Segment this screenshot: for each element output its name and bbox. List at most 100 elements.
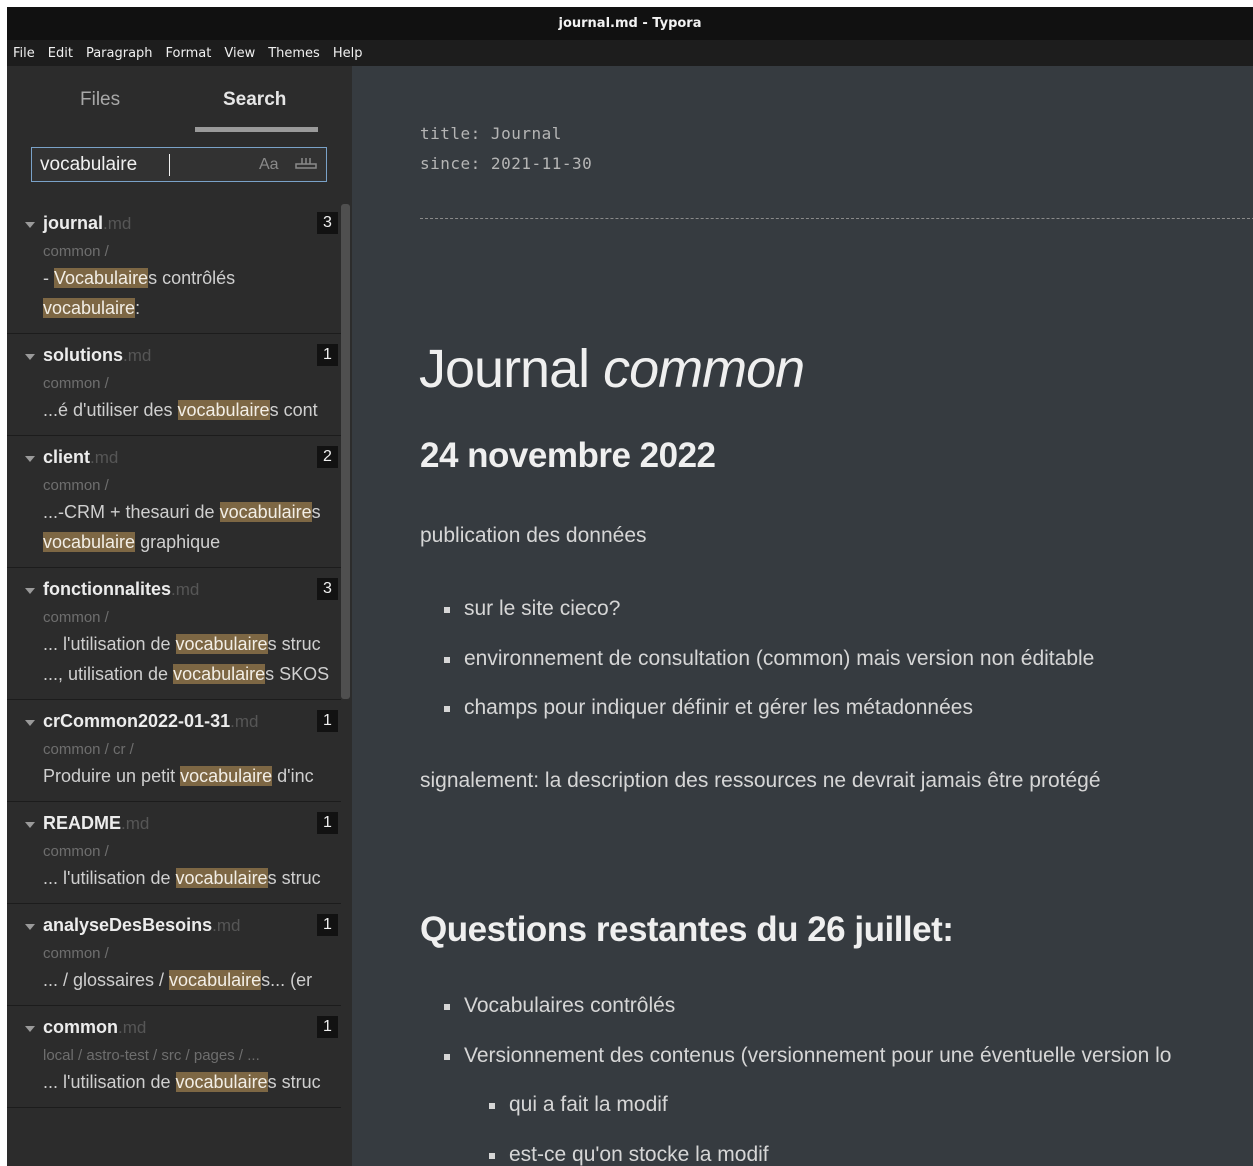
result-name: common (43, 1017, 119, 1037)
document-title-plain: Journal (419, 339, 604, 399)
search-result-item[interactable]: common.md 1 local / astro-test / src / pag… (7, 1006, 341, 1108)
snippet-text: s contrôlés (148, 268, 236, 288)
chevron-down-icon[interactable] (25, 456, 35, 462)
result-snippet[interactable]: ... / glossaires / vocabulaires... (er (43, 965, 341, 995)
snippet-text: s SKOS (265, 664, 330, 684)
result-snippet[interactable]: Produire un petit vocabulaire d'inc (43, 761, 341, 791)
result-snippet[interactable]: ... l'utilisation de vocabulaires struc (43, 863, 341, 893)
result-filename: journal.md (43, 212, 341, 234)
frontmatter-title: title: Journal (420, 124, 562, 143)
result-snippet[interactable]: vocabulaire: (43, 293, 341, 323)
whole-word-icon[interactable] (294, 156, 318, 172)
match-highlight: vocabulaire (177, 400, 270, 420)
heading-date: 24 novembre 2022 (420, 436, 716, 475)
result-filename: analyseDesBesoins.md (43, 914, 341, 936)
menu-bar: File Edit Paragraph Format View Themes H… (7, 40, 1253, 66)
window-titlebar: journal.md - Typora (7, 7, 1253, 40)
window-title: journal.md - Typora (558, 16, 702, 31)
menu-file[interactable]: File (13, 46, 35, 61)
result-extension: .md (118, 1018, 147, 1037)
match-count-badge: 1 (317, 710, 338, 732)
sub-list-item: est-ce qu'on stocke la modif (489, 1143, 769, 1166)
result-name: solutions (43, 345, 123, 365)
match-count-badge: 1 (317, 812, 338, 834)
result-extension: .md (212, 916, 241, 935)
chevron-down-icon[interactable] (25, 222, 35, 228)
menu-help[interactable]: Help (333, 46, 363, 61)
match-highlight: vocabulaire (169, 970, 262, 990)
search-result-item[interactable]: analyseDesBesoins.md 1 common /... / gloss… (7, 904, 341, 1006)
search-result-item[interactable]: README.md 1 common /... l'utilisation de v… (7, 802, 341, 904)
result-filename: fonctionnalites.md (43, 578, 341, 600)
menu-view[interactable]: View (224, 46, 255, 61)
match-count-badge: 1 (317, 344, 338, 366)
search-input[interactable] (40, 152, 250, 177)
text-cursor (169, 154, 170, 176)
search-result-item[interactable]: journal.md 3 common / - Vocabulaires contrô… (7, 202, 341, 334)
result-name: client (43, 447, 91, 467)
result-path: common / (43, 843, 109, 860)
match-count-badge: 2 (317, 446, 338, 468)
search-result-item[interactable]: solutions.md 1 common / ...é d'utiliser des… (7, 334, 341, 436)
snippet-text: s struc (267, 868, 321, 888)
menu-format[interactable]: Format (166, 46, 212, 61)
result-filename: crCommon2022-01-31.md (43, 710, 341, 732)
list-item: champs pour indiquer définir et gérer le… (444, 696, 973, 719)
menu-edit[interactable]: Edit (48, 46, 73, 61)
document-title: Journal common (419, 338, 805, 400)
result-snippet[interactable]: ...é d'utiliser des vocabulaires cont (43, 395, 341, 425)
search-result-item[interactable]: fonctionnalites.md 3 common /... l'utilisa… (7, 568, 341, 700)
chevron-down-icon[interactable] (25, 822, 35, 828)
result-name: fonctionnalites (43, 579, 172, 599)
tab-files[interactable]: Files (80, 89, 120, 111)
chevron-down-icon[interactable] (25, 924, 35, 930)
result-snippet[interactable]: ... l'utilisation de vocabulaires struc (43, 1067, 341, 1097)
result-extension: .md (230, 712, 259, 731)
match-count-badge: 1 (317, 1016, 338, 1038)
snippet-text: ...é d'utiliser des (43, 400, 178, 420)
result-path: common / (43, 243, 109, 260)
tab-search[interactable]: Search (223, 89, 286, 111)
match-highlight: vocabulaire (175, 868, 268, 888)
heading-questions: Questions restantes du 26 juillet: (420, 910, 954, 949)
result-extension: .md (171, 580, 200, 599)
list-item: environnement de consultation (common) m… (443, 647, 1095, 670)
editor-pane[interactable]: title: Journal since: 2021-11-30 Journal… (352, 66, 1253, 1166)
result-extension: .md (90, 448, 119, 467)
search-result-item[interactable]: client.md 2 common / ...-CRM + thesauri de … (7, 436, 341, 568)
result-filename: client.md (43, 446, 341, 468)
result-path: common / cr / (43, 741, 134, 758)
match-case-toggle[interactable]: Aa (259, 156, 279, 174)
result-snippet[interactable]: - Vocabulaires contrôlés (43, 263, 341, 293)
chevron-down-icon[interactable] (25, 588, 35, 594)
snippet-text: ... l'utilisation de (43, 634, 176, 654)
result-name: README (43, 813, 122, 833)
chevron-down-icon[interactable] (25, 354, 35, 360)
list-item: sur le site cieco? (443, 597, 621, 620)
match-highlight: vocabulaire (43, 532, 136, 552)
chevron-down-icon[interactable] (25, 720, 35, 726)
snippet-text: s cont (269, 400, 318, 420)
result-snippet[interactable]: ...-CRM + thesauri de vocabulaires (43, 497, 341, 527)
match-highlight: vocabulaire (175, 1072, 268, 1092)
menu-paragraph[interactable]: Paragraph (86, 46, 153, 61)
sidebar-scrollbar[interactable] (341, 204, 350, 699)
result-snippet[interactable]: ..., utilisation de vocabulaires SKOS (43, 659, 341, 689)
snippet-text: ...-CRM + thesauri de (43, 502, 220, 522)
menu-themes[interactable]: Themes (268, 46, 320, 61)
result-filename: solutions.md (43, 344, 341, 366)
result-path: common / (43, 609, 109, 626)
match-count-badge: 3 (317, 578, 338, 600)
snippet-text: s... (er (261, 970, 313, 990)
match-count-badge: 3 (317, 212, 338, 234)
chevron-down-icon[interactable] (25, 1026, 35, 1032)
result-snippet[interactable]: ... l'utilisation de vocabulaires struc (43, 629, 341, 659)
search-result-item[interactable]: crCommon2022-01-31.md 1 common / cr / Produ… (7, 700, 341, 802)
result-extension: .md (103, 214, 132, 233)
result-snippet[interactable]: vocabulaire graphique (43, 527, 341, 557)
document-title-italic: common (603, 339, 805, 399)
snippet-text: ... l'utilisation de (43, 868, 176, 888)
snippet-text: ... l'utilisation de (43, 1072, 176, 1092)
snippet-text: - (43, 268, 54, 288)
active-tab-indicator (195, 127, 318, 132)
